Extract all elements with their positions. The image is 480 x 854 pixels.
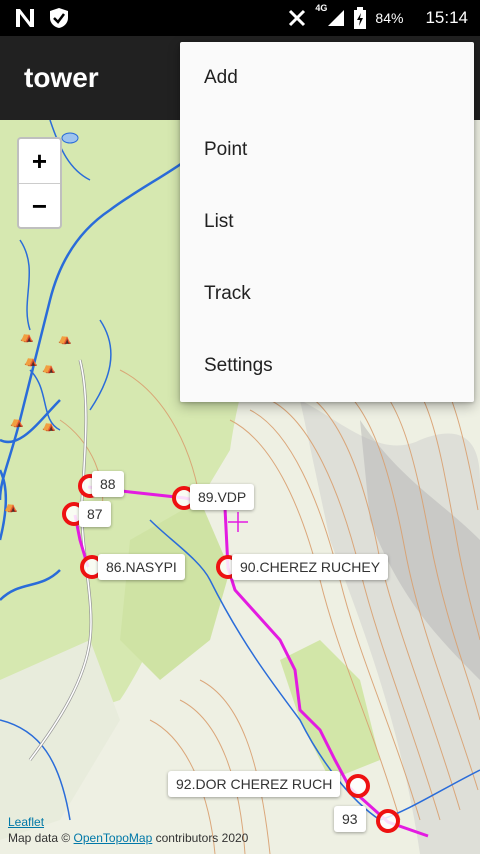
- zoom-in-button[interactable]: +: [19, 139, 60, 184]
- marker-label[interactable]: 87: [79, 501, 111, 527]
- menu-item-add[interactable]: Add: [180, 42, 474, 114]
- svg-text:⛺: ⛺: [24, 354, 38, 367]
- battery-percent: 84%: [375, 10, 404, 26]
- attribution-suffix: contributors 2020: [152, 831, 249, 845]
- shield-icon: [50, 8, 68, 28]
- svg-text:⛺: ⛺: [58, 332, 72, 345]
- marker-label[interactable]: 93: [334, 806, 366, 832]
- zoom-control: + −: [17, 137, 62, 229]
- network-type-label: 4G: [315, 3, 328, 13]
- marker-label[interactable]: 86.NASYPI: [98, 554, 185, 580]
- clock: 15:14: [425, 8, 468, 27]
- marker-label[interactable]: 92.DOR CHEREZ RUCH: [168, 771, 341, 797]
- svg-text:⛺: ⛺: [4, 500, 18, 513]
- leaflet-link[interactable]: Leaflet: [8, 815, 44, 829]
- opentopomap-link[interactable]: OpenTopoMap: [74, 831, 153, 845]
- svg-text:⛺: ⛺: [42, 419, 56, 432]
- marker-label[interactable]: 89.VDP: [190, 484, 255, 510]
- menu-item-track[interactable]: Track: [180, 258, 474, 330]
- svg-text:⛺: ⛺: [20, 330, 34, 343]
- svg-text:⛺: ⛺: [42, 361, 56, 374]
- app-title: tower: [24, 62, 99, 93]
- attribution-prefix: Map data ©: [8, 831, 74, 845]
- map-attribution: Leaflet Map data © OpenTopoMap contribut…: [8, 814, 248, 846]
- menu-item-list[interactable]: List: [180, 186, 474, 258]
- marker-label[interactable]: 90.CHEREZ RUCHEY: [232, 554, 389, 580]
- svg-text:⛺: ⛺: [10, 415, 24, 428]
- no-sim-icon: [289, 9, 306, 27]
- overflow-menu: Add Point List Track Settings: [180, 42, 474, 402]
- battery-icon: [354, 7, 367, 29]
- menu-item-point[interactable]: Point: [180, 114, 474, 186]
- zoom-out-button[interactable]: −: [19, 184, 60, 228]
- notification-n-icon: [16, 9, 34, 27]
- menu-item-settings[interactable]: Settings: [180, 330, 474, 402]
- status-bar: 4G 84% 15:14: [0, 0, 480, 36]
- signal-icon: [328, 10, 345, 26]
- marker-label[interactable]: 88: [92, 471, 124, 497]
